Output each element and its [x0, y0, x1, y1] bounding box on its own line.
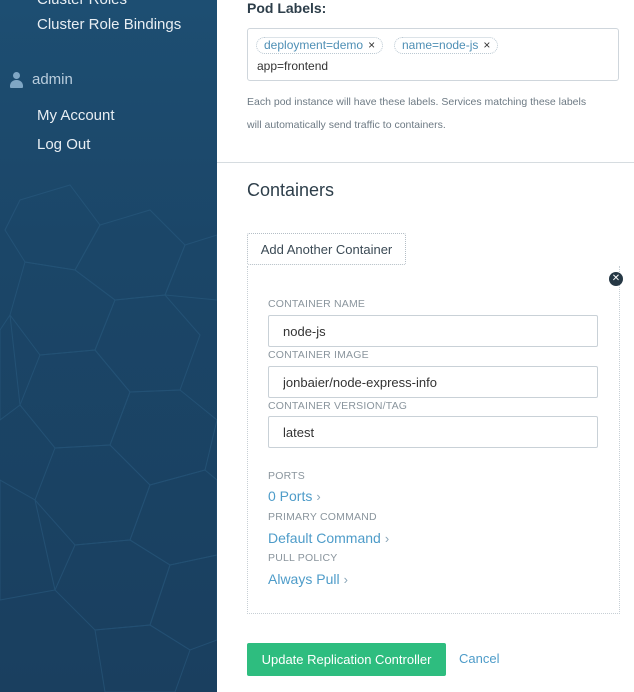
- ports-label: PORTS: [268, 470, 305, 482]
- section-divider: [217, 162, 634, 163]
- chevron-right-icon: ›: [343, 572, 348, 587]
- labels-input-text[interactable]: app=frontend: [257, 59, 328, 73]
- help-line: will automatically send traffic to conta…: [247, 119, 446, 131]
- label-tag-text: deployment=demo: [264, 38, 364, 52]
- pod-labels-help: Each pod instance will have these labels…: [247, 91, 627, 137]
- sidebar-item-log-out[interactable]: Log Out: [37, 136, 90, 153]
- pull-policy-value: Always Pull: [268, 571, 340, 587]
- sidebar: Cluster Roles Cluster Role Bindings admi…: [0, 0, 217, 692]
- primary-command-link[interactable]: Default Command ›: [268, 530, 389, 546]
- container-name-field[interactable]: [268, 315, 598, 347]
- container-image-label: CONTAINER IMAGE: [268, 349, 369, 361]
- chevron-right-icon: ›: [384, 531, 390, 546]
- container-version-field[interactable]: [268, 416, 598, 448]
- container-version-label: CONTAINER VERSION/TAG: [268, 400, 408, 412]
- pod-labels-title: Pod Labels:: [247, 0, 327, 16]
- ports-value: 0 Ports: [268, 488, 313, 504]
- sidebar-user: admin: [10, 71, 73, 88]
- remove-tag-icon[interactable]: ×: [368, 38, 375, 52]
- pod-labels-input[interactable]: deployment=demo × name=node-js × app=front…: [247, 28, 619, 81]
- update-replication-controller-button[interactable]: Update Replication Controller: [247, 643, 446, 676]
- cancel-link[interactable]: Cancel: [459, 651, 499, 666]
- container-image-field[interactable]: [268, 366, 598, 398]
- label-tag-text: name=node-js: [402, 38, 479, 52]
- primary-command-value: Default Command: [268, 530, 381, 546]
- help-line: Each pod instance will have these labels…: [247, 96, 587, 108]
- label-tag: deployment=demo ×: [256, 37, 384, 54]
- container-name-label: CONTAINER NAME: [268, 298, 366, 310]
- remove-tag-icon[interactable]: ×: [483, 38, 490, 52]
- user-icon: [10, 71, 23, 88]
- user-name: admin: [32, 71, 73, 88]
- chevron-right-icon: ›: [316, 489, 321, 504]
- sidebar-item-cluster-roles[interactable]: Cluster Roles: [37, 0, 127, 8]
- primary-command-label: PRIMARY COMMAND: [268, 511, 377, 523]
- main-content: Pod Labels: deployment=demo × name=node-j…: [217, 0, 634, 692]
- ports-link[interactable]: 0 Ports ›: [268, 488, 321, 504]
- remove-container-icon[interactable]: ✕: [609, 272, 623, 286]
- sidebar-pattern: [0, 184, 217, 692]
- pull-policy-link[interactable]: Always Pull ›: [268, 571, 348, 587]
- containers-title: Containers: [247, 180, 335, 200]
- label-tag: name=node-js ×: [394, 37, 499, 54]
- sidebar-item-cluster-role-bindings[interactable]: Cluster Role Bindings: [37, 16, 181, 33]
- sidebar-item-my-account[interactable]: My Account: [37, 107, 115, 124]
- add-container-button[interactable]: Add Another Container: [247, 233, 406, 265]
- pull-policy-label: PULL POLICY: [268, 552, 338, 564]
